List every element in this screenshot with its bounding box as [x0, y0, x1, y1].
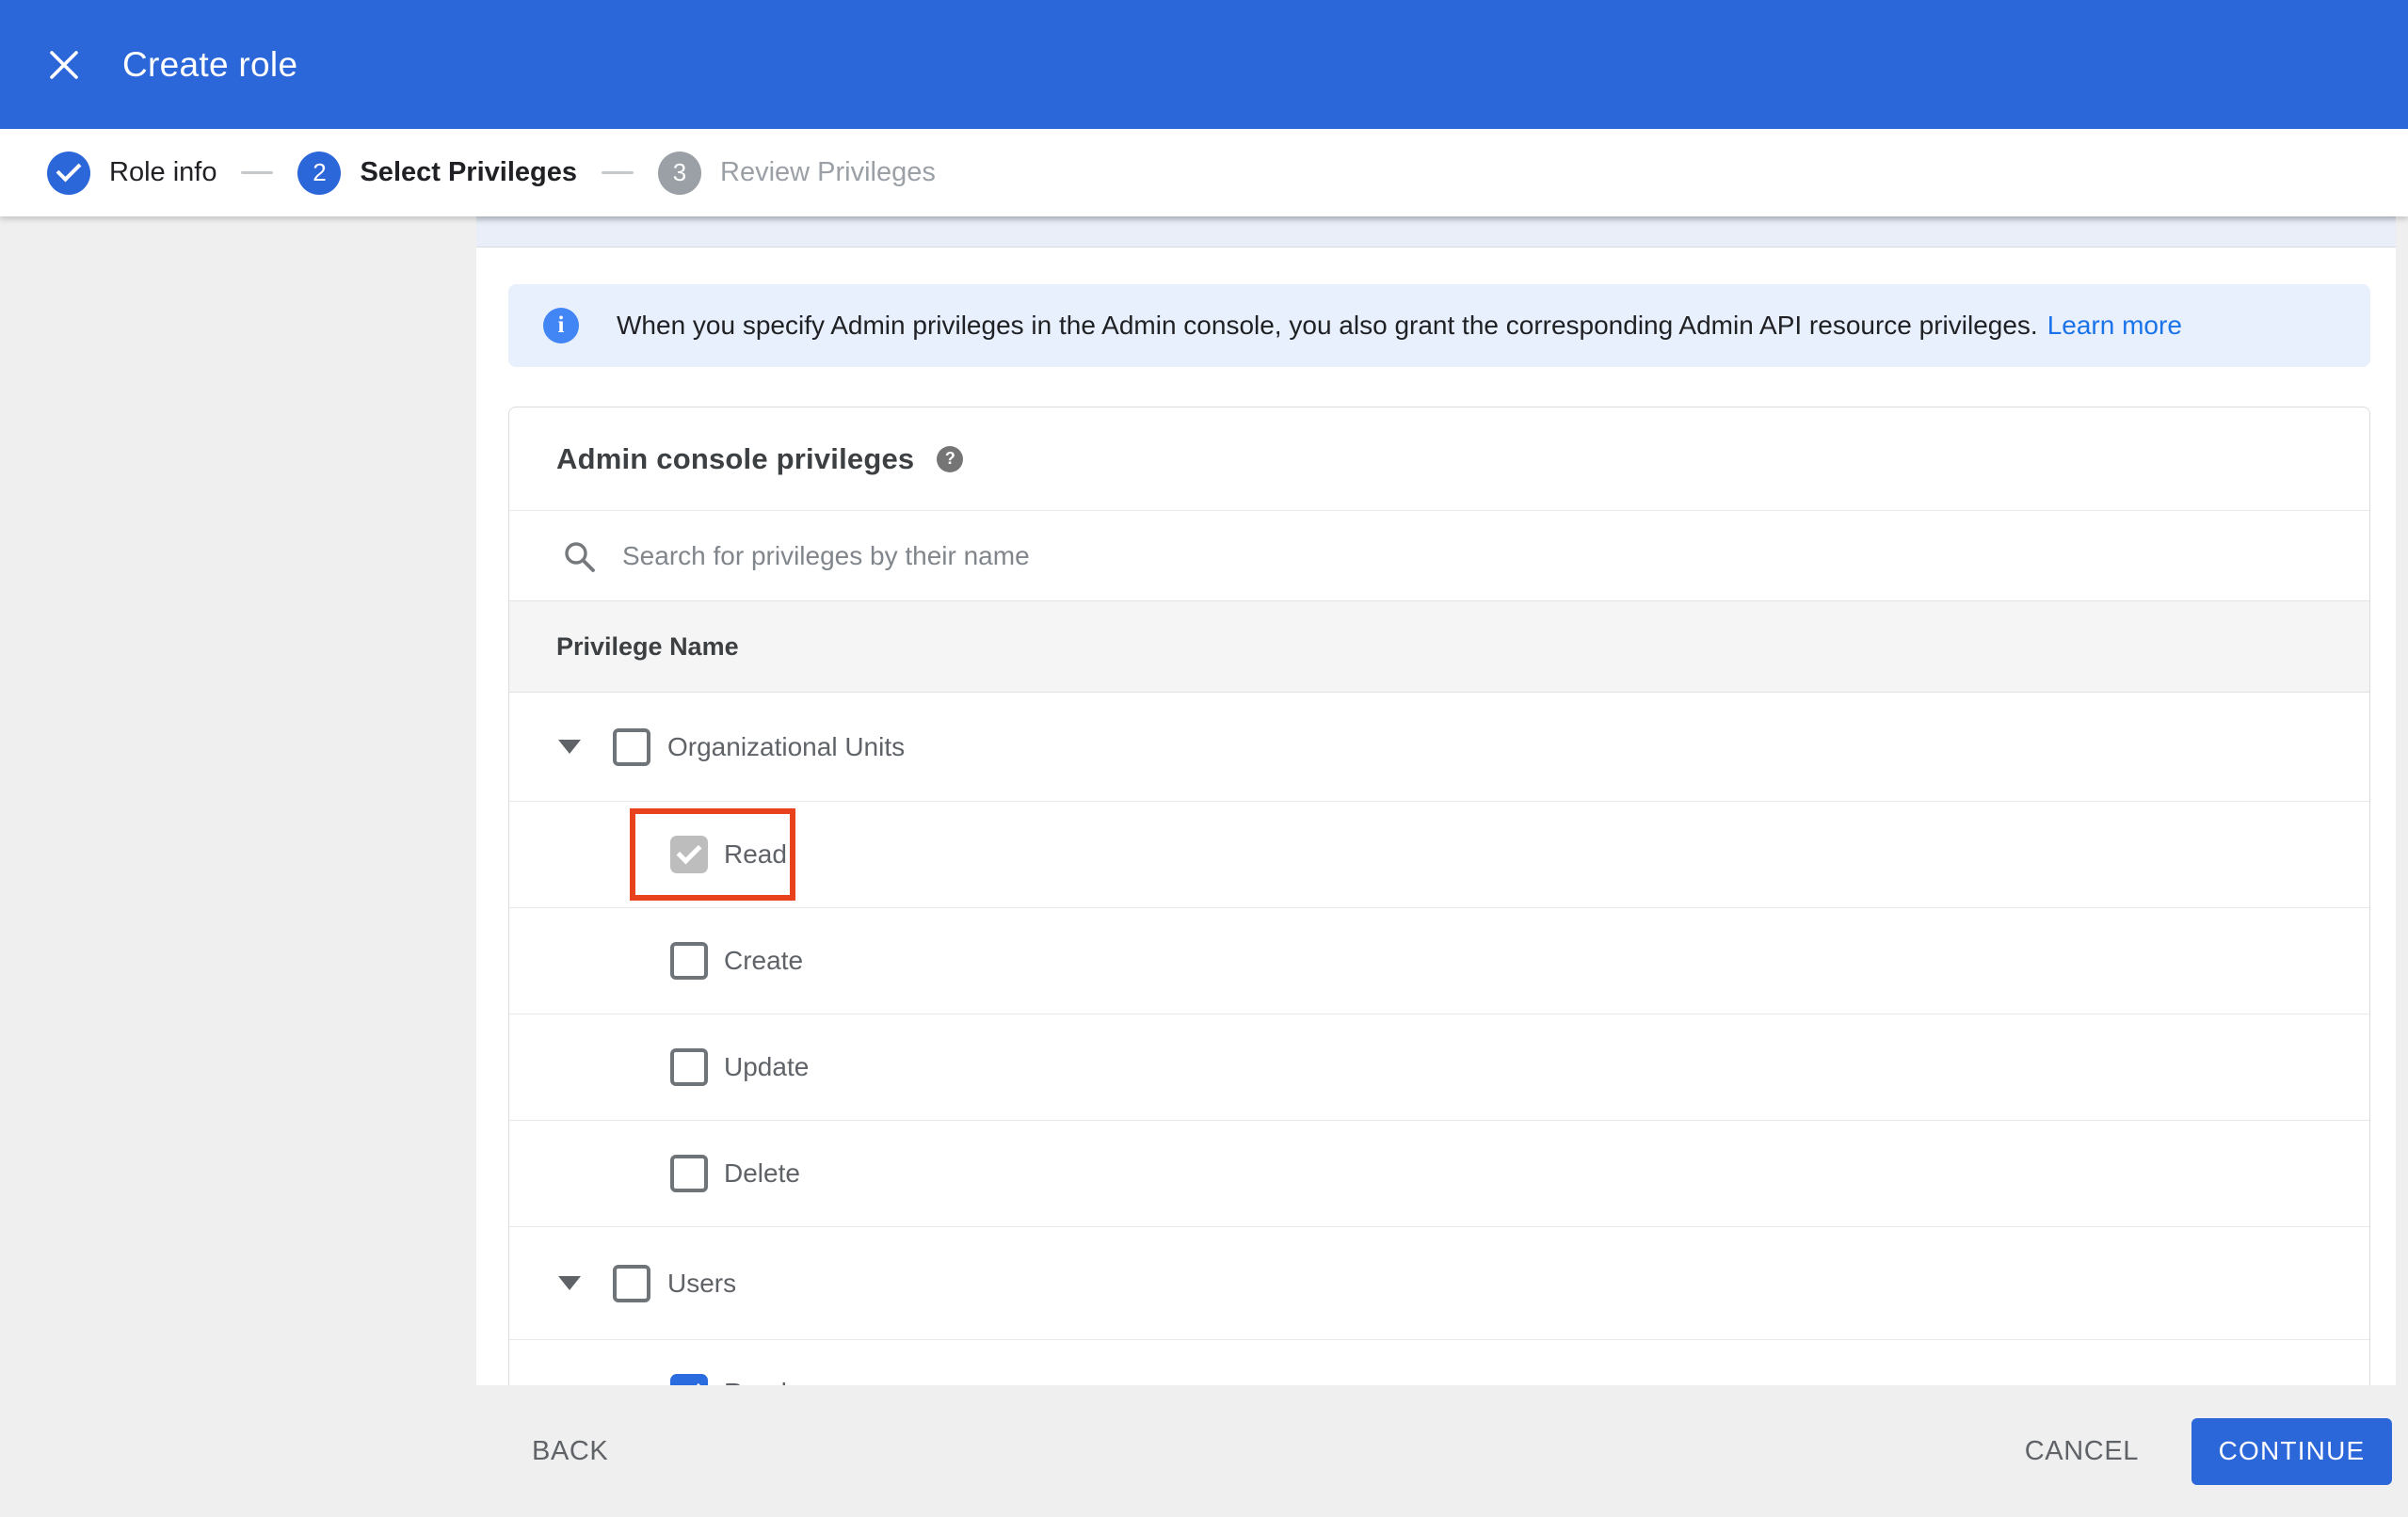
close-icon — [50, 50, 78, 79]
privilege-row-users-read[interactable]: Read — [509, 1340, 2369, 1385]
column-header-privilege-name: Privilege Name — [556, 631, 739, 661]
cancel-button[interactable]: CANCEL — [2025, 1436, 2139, 1467]
privilege-label: Read — [724, 839, 787, 869]
step-number-badge: 2 — [297, 151, 342, 195]
checkbox-users[interactable] — [613, 1264, 650, 1302]
app-bar: Create role — [0, 0, 2408, 129]
info-banner-text: When you specify Admin privileges in the… — [617, 311, 2038, 340]
step-connector — [241, 171, 274, 174]
step-connector — [602, 171, 634, 174]
privilege-label: Delete — [724, 1158, 800, 1188]
checkbox-update[interactable] — [670, 1048, 708, 1086]
footer-right-actions: CANCEL CONTINUE — [2025, 1417, 2392, 1485]
step-role-info[interactable]: Role info — [47, 151, 217, 195]
collapse-arrow-icon[interactable] — [558, 740, 581, 754]
card-title: Admin console privileges — [556, 441, 915, 475]
privilege-label: Organizational Units — [667, 731, 906, 761]
checkbox-organizational-units[interactable] — [613, 727, 650, 766]
back-button[interactable]: BACK — [532, 1436, 608, 1467]
search-icon — [565, 541, 595, 572]
scrolled-section-edge — [476, 216, 2396, 248]
info-banner: i When you specify Admin privileges in t… — [508, 284, 2370, 367]
privilege-search-input[interactable] — [622, 540, 1940, 571]
step-review-privileges[interactable]: 3 Review Privileges — [658, 151, 936, 195]
dialog-title: Create role — [122, 44, 298, 84]
stepper: Role info 2 Select Privileges 3 Review P… — [0, 129, 2408, 216]
privilege-search-row — [509, 510, 2369, 600]
privilege-row-create[interactable]: Create — [509, 908, 2369, 1014]
privilege-row-update[interactable]: Update — [509, 1014, 2369, 1121]
privilege-row-users[interactable]: Users — [509, 1227, 2369, 1340]
privilege-label: Create — [724, 946, 804, 975]
privilege-row-delete[interactable]: Delete — [509, 1121, 2369, 1227]
content-area: i When you specify Admin privileges in t… — [0, 216, 2408, 1385]
privilege-row-organizational-units[interactable]: Organizational Units — [509, 693, 2369, 802]
card-title-row: Admin console privileges ? — [509, 407, 2369, 510]
checkbox-read-checked[interactable] — [670, 836, 708, 873]
step-label: Review Privileges — [720, 157, 936, 187]
step-number-badge: 3 — [658, 151, 701, 195]
help-icon[interactable]: ? — [937, 445, 964, 472]
step-select-privileges[interactable]: 2 Select Privileges — [297, 151, 577, 195]
info-icon: i — [543, 308, 579, 343]
content-panel: i When you specify Admin privileges in t… — [476, 216, 2396, 1385]
privilege-label: Users — [667, 1268, 737, 1298]
privilege-label: Read — [724, 1378, 787, 1385]
table-header-row: Privilege Name — [509, 600, 2369, 693]
close-button[interactable] — [34, 35, 94, 95]
admin-console-privileges-card: Admin console privileges ? Privilege Nam… — [508, 407, 2370, 1385]
privilege-label: Update — [724, 1052, 810, 1081]
step-completed-check-icon — [47, 151, 90, 195]
footer-action-bar: BACK CANCEL CONTINUE — [0, 1385, 2408, 1517]
privilege-row-read[interactable]: Read — [509, 802, 2369, 908]
checkbox-create[interactable] — [670, 942, 708, 980]
continue-button[interactable]: CONTINUE — [2191, 1417, 2392, 1485]
checkbox-users-read-checked[interactable] — [670, 1374, 708, 1385]
create-role-dialog: Create role Role info 2 Select Privilege… — [0, 0, 2408, 1517]
checkbox-delete[interactable] — [670, 1155, 708, 1192]
step-label: Role info — [109, 157, 217, 187]
learn-more-link[interactable]: Learn more — [2047, 311, 2182, 341]
collapse-arrow-icon[interactable] — [558, 1276, 581, 1290]
step-label: Select Privileges — [360, 157, 577, 187]
